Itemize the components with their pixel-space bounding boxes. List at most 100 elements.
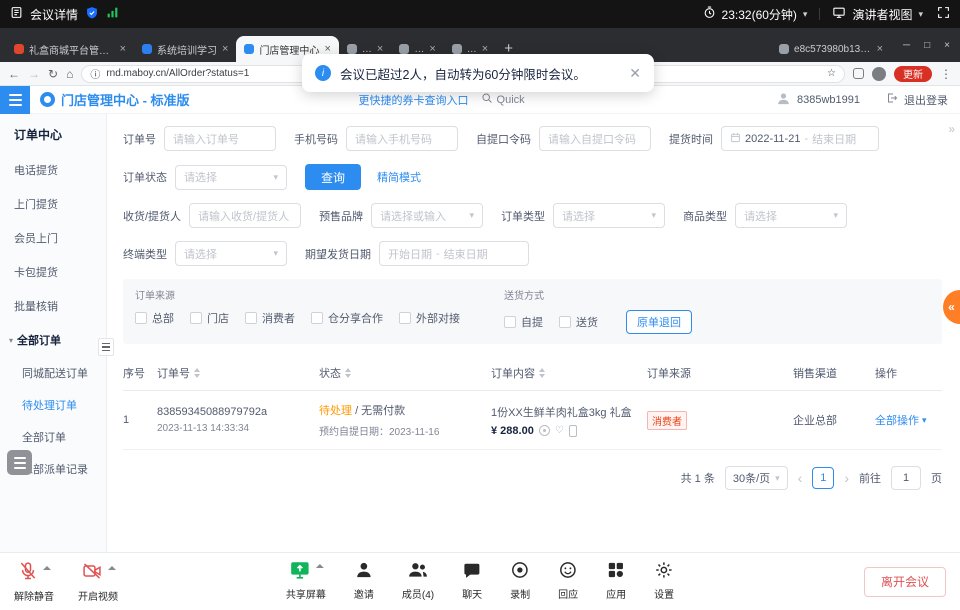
toast-close-icon[interactable]: ✕ — [629, 65, 641, 82]
unmute-button[interactable]: 解除静音 — [14, 561, 54, 603]
username[interactable]: 8385wb1991 — [797, 94, 860, 106]
members-button[interactable]: 成员(4) — [402, 559, 434, 601]
goods-type-select[interactable]: 请选择▾ — [735, 203, 847, 228]
logout-link[interactable]: 退出登录 — [904, 92, 948, 108]
favorite-icon[interactable]: ♡ — [555, 426, 564, 436]
checkbox-self-pickup[interactable]: 自提 — [504, 314, 543, 330]
floating-list-widget[interactable] — [7, 450, 32, 475]
browser-profile-avatar[interactable] — [872, 67, 886, 81]
sidebar-item-city-delivery[interactable]: 同城配送订单 — [0, 357, 106, 389]
chevron-down-icon[interactable]: ▾ — [918, 9, 923, 20]
apps-button[interactable]: 应用 — [606, 559, 626, 601]
pickup-code-input[interactable]: 请输入自提口令码 — [539, 126, 651, 151]
receiver-input[interactable]: 请输入收货/提货人 — [189, 203, 301, 228]
sort-icon[interactable] — [345, 368, 351, 378]
browser-tab[interactable]: 系统培训学习 × — [134, 36, 236, 62]
sort-icon[interactable] — [539, 368, 545, 378]
tab-close-icon[interactable]: × — [222, 44, 228, 55]
chevron-up-icon[interactable] — [315, 564, 323, 568]
invite-button[interactable]: 邀请 — [354, 559, 374, 601]
browser-menu-icon[interactable]: ⋮ — [940, 68, 952, 80]
reload-icon[interactable]: ↻ — [48, 68, 58, 80]
sidebar-item-batch-verify[interactable]: 批量核销 — [0, 289, 106, 323]
window-minimize-button[interactable]: ─ — [903, 40, 910, 51]
sidebar-item-door-pickup[interactable]: 上门提货 — [0, 187, 106, 221]
checkbox-external[interactable]: 外部对接 — [399, 310, 460, 326]
prev-page-icon[interactable]: ‹ — [798, 470, 803, 486]
phone-input[interactable]: 请输入手机号码 — [346, 126, 458, 151]
page-number-current[interactable]: 1 — [812, 467, 834, 489]
simple-mode-link[interactable]: 精简模式 — [377, 169, 421, 185]
device-icon[interactable] — [569, 425, 577, 437]
fullscreen-icon[interactable] — [937, 6, 950, 22]
meeting-detail-label[interactable]: 会议详情 — [30, 6, 78, 23]
view-mode-label[interactable]: 演讲者视图 — [852, 6, 912, 23]
sidebar-item-all-orders[interactable]: 全部订单 — [0, 421, 106, 453]
site-info-icon[interactable]: ⓘ — [90, 66, 100, 81]
table-row[interactable]: 1 83859345088979792a 2023-11-13 14:33:34… — [123, 391, 942, 450]
sort-icon[interactable] — [194, 368, 200, 378]
start-video-button[interactable]: 开启视频 — [78, 561, 118, 603]
window-maximize-button[interactable]: □ — [924, 40, 930, 51]
terminal-type-select[interactable]: 请选择▾ — [175, 241, 287, 266]
coupon-query-link[interactable]: 更快捷的券卡查询入口 — [359, 92, 469, 108]
tab-close-icon[interactable]: × — [877, 44, 883, 55]
tab-close-icon[interactable]: × — [377, 44, 383, 55]
checkbox-consumer[interactable]: 消费者 — [245, 310, 295, 326]
window-close-button[interactable]: × — [944, 40, 950, 51]
sidebar-item-phone-pickup[interactable]: 电话提货 — [0, 153, 106, 187]
pickup-date-range[interactable]: 2022-11-21 - 结束日期 — [721, 126, 879, 151]
order-no-input[interactable]: 请输入订单号 — [164, 126, 276, 151]
chevron-up-icon[interactable] — [108, 566, 116, 570]
sidebar-item-member-visit[interactable]: 会员上门 — [0, 221, 106, 255]
network-signal-icon[interactable] — [106, 6, 119, 22]
chevron-up-icon[interactable] — [43, 566, 51, 570]
page-size-select[interactable]: 30条/页▾ — [725, 466, 788, 490]
goto-page-input[interactable]: 1 — [891, 466, 921, 490]
meeting-timer[interactable]: 23:32(60分钟) — [722, 6, 797, 23]
checkbox-store[interactable]: 门店 — [190, 310, 229, 326]
security-shield-icon[interactable] — [85, 6, 99, 23]
presale-brand-select[interactable]: 请选择或输入▾ — [371, 203, 483, 228]
order-status-select[interactable]: 请选择▾ — [175, 165, 287, 190]
expect-ship-date-range[interactable]: 开始日期 - 结束日期 — [379, 241, 529, 266]
extensions-icon[interactable] — [853, 68, 864, 79]
col-status[interactable]: 状态 — [319, 365, 491, 381]
tab-close-icon[interactable]: × — [482, 44, 488, 55]
next-page-icon[interactable]: › — [844, 470, 849, 486]
checkbox-hq[interactable]: 总部 — [135, 310, 174, 326]
sidebar-group-all-orders[interactable]: ▾ 全部订单 — [0, 323, 106, 357]
browser-tab[interactable]: e8c573980b1328a258fd2e6f × — [771, 36, 891, 62]
leave-meeting-button[interactable]: 离开会议 — [864, 567, 946, 597]
settings-button[interactable]: 设置 — [654, 559, 674, 601]
original-return-button[interactable]: 原单退回 — [626, 310, 692, 334]
col-content[interactable]: 订单内容 — [491, 365, 647, 381]
chevron-down-icon[interactable]: ▾ — [803, 9, 808, 20]
sidebar-item-pending-orders[interactable]: 待处理订单 — [0, 389, 106, 421]
bookmark-star-icon[interactable]: ☆ — [827, 68, 836, 79]
browser-tab[interactable]: 礼盒商城平台管理中心 × — [6, 36, 134, 62]
checkbox-delivery[interactable]: 送货 — [559, 314, 598, 330]
collapse-panel-icon[interactable]: » — [948, 122, 955, 136]
sidebar-drag-handle[interactable] — [98, 338, 114, 356]
browser-update-button[interactable]: 更新 — [894, 66, 932, 82]
reactions-button[interactable]: 回应 — [558, 559, 578, 601]
col-order-no[interactable]: 订单号 — [157, 365, 319, 381]
chat-button[interactable]: 聊天 — [462, 559, 482, 601]
order-type-select[interactable]: 请选择▾ — [553, 203, 665, 228]
tab-close-icon[interactable]: × — [324, 44, 330, 55]
tab-close-icon[interactable]: × — [429, 44, 435, 55]
row-actions-dropdown[interactable]: 全部操作▾ — [875, 412, 927, 428]
remark-icon[interactable] — [539, 425, 550, 436]
quick-search[interactable]: Quick — [481, 92, 525, 107]
meeting-detail-icon[interactable] — [10, 6, 23, 22]
record-button[interactable]: 录制 — [510, 559, 530, 601]
share-screen-button[interactable]: 共享屏幕 — [286, 559, 326, 601]
checkbox-warehouse-share[interactable]: 仓分享合作 — [311, 310, 383, 326]
sidebar-item-card-pickup[interactable]: 卡包提货 — [0, 255, 106, 289]
search-button[interactable]: 查询 — [305, 164, 361, 190]
tab-close-icon[interactable]: × — [120, 44, 126, 55]
home-icon[interactable]: ⌂ — [66, 68, 73, 80]
forward-icon[interactable]: → — [28, 68, 40, 80]
sidebar-toggle-button[interactable] — [0, 86, 30, 114]
